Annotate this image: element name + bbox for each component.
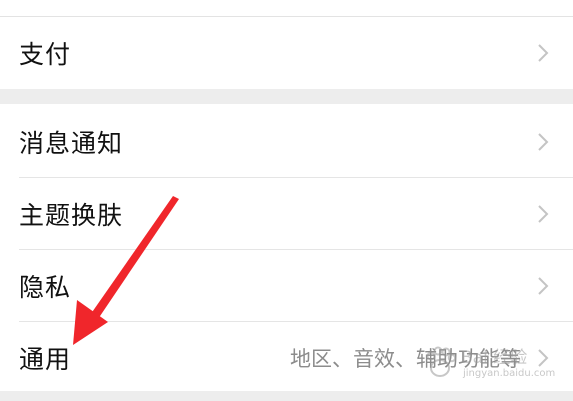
chevron-right-icon [538,204,549,223]
settings-item-label: 隐私 [19,272,72,302]
chevron-right-icon [538,348,549,367]
settings-screen: 支付 消息通知 主题换肤 隐私 通用 地区、音效、辅助功能等 Bai 经验 ji… [0,0,573,401]
settings-item-value: 地区、音效、辅助功能等 [290,346,521,371]
settings-item-notifications[interactable]: 消息通知 [0,106,573,177]
settings-item-general[interactable]: 通用 地区、音效、辅助功能等 [0,322,573,393]
chevron-right-icon [538,43,549,62]
settings-group-main: 消息通知 主题换肤 隐私 通用 地区、音效、辅助功能等 [0,104,573,391]
chevron-right-icon [538,276,549,295]
settings-item-label: 主题换肤 [19,200,124,230]
settings-item-privacy[interactable]: 隐私 [0,250,573,321]
settings-item-label: 支付 [19,39,72,69]
settings-item-label: 消息通知 [19,128,124,158]
chevron-right-icon [538,132,549,151]
settings-item-payment[interactable]: 支付 [0,17,573,88]
settings-group-payment: 支付 [0,0,573,89]
settings-item-label: 通用 [19,344,72,374]
settings-item-theme[interactable]: 主题换肤 [0,178,573,249]
